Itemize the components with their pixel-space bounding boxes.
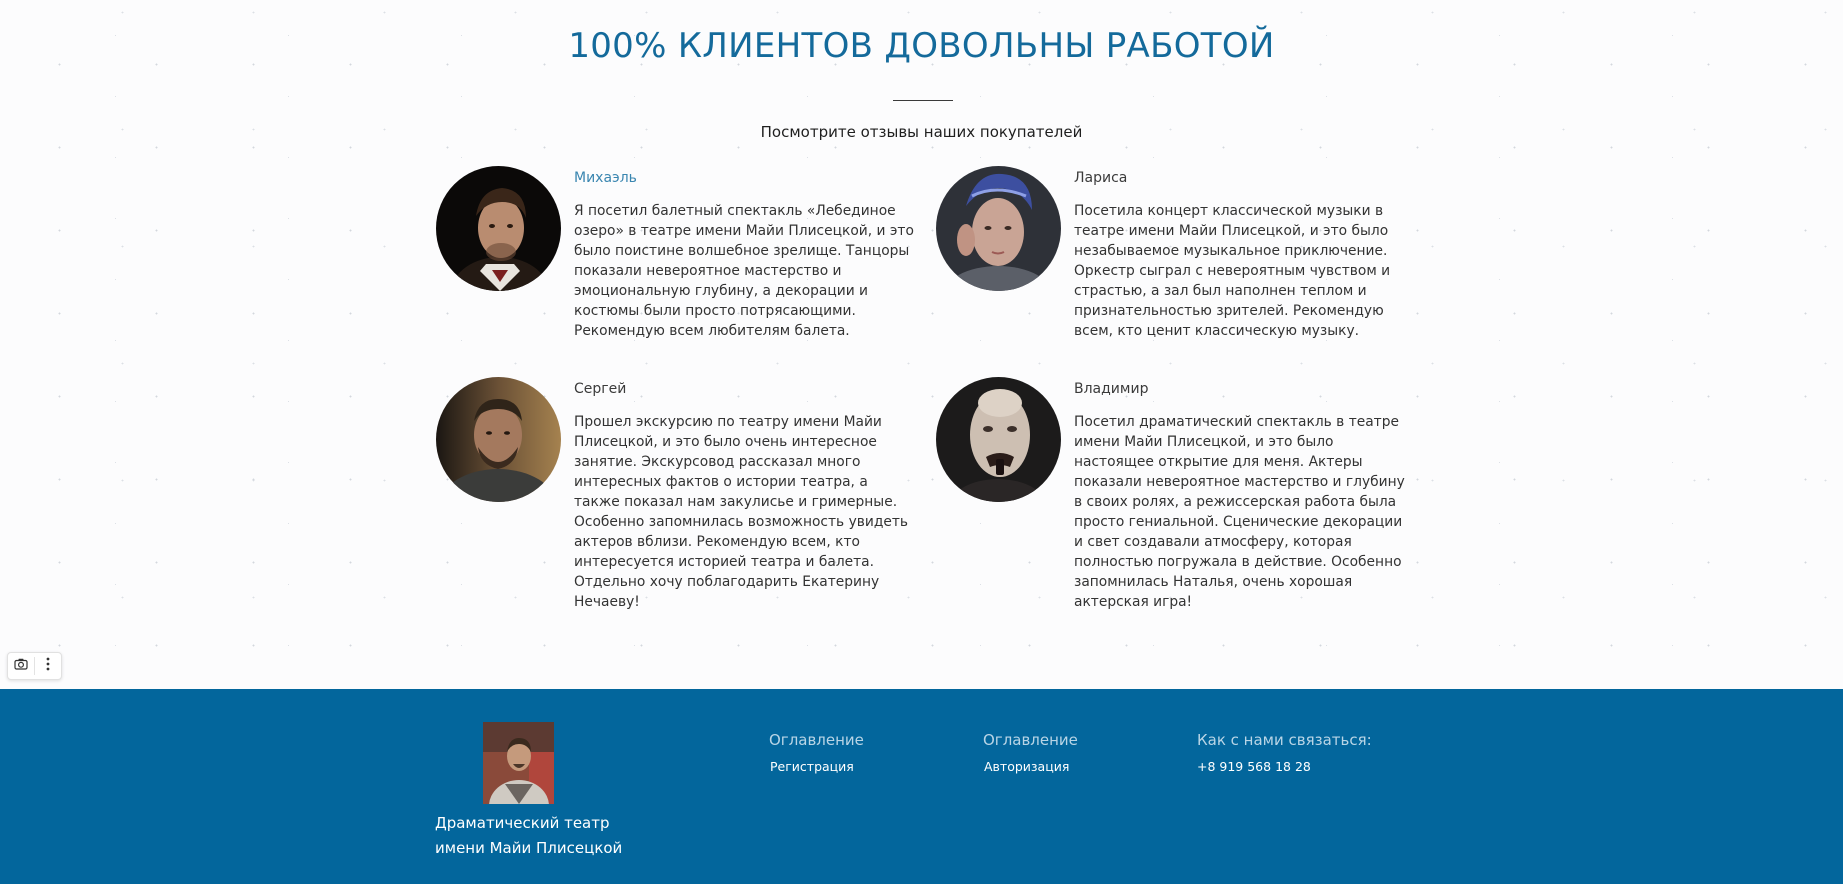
review-text: Прошел экскурсию по театру имени Майи Пл…	[574, 414, 909, 610]
footer: Драматический театр имени Майи Плисецкой…	[0, 689, 1843, 884]
login-link[interactable]: Авторизация	[984, 759, 1078, 774]
review-text: Посетила концерт классической музыки в т…	[1074, 203, 1391, 339]
camera-icon	[14, 657, 28, 675]
avatar	[936, 377, 1061, 502]
review-text: Посетил драматический спектакль в театре…	[1074, 414, 1405, 610]
reviewer-name: Михаэль	[574, 170, 637, 186]
footer-logo[interactable]	[483, 722, 554, 804]
background-texture	[0, 0, 1843, 689]
avatar	[436, 166, 561, 291]
contact-column: Как с нами связаться: +8 919 568 18 28	[1197, 731, 1372, 774]
reviewer-name: Лариса	[1074, 170, 1128, 186]
footer-column-title: Оглавление	[769, 731, 864, 749]
phone-link[interactable]: +8 919 568 18 28	[1197, 759, 1372, 774]
more-options-button[interactable]	[35, 653, 61, 679]
more-vertical-icon	[46, 657, 50, 676]
review-text: Я посетил балетный спектакль «Лебединое …	[574, 203, 914, 339]
title-divider	[893, 100, 953, 101]
avatar	[436, 377, 561, 502]
screenshot-button[interactable]	[8, 653, 34, 679]
avatar	[936, 166, 1061, 291]
footer-column: Оглавление Авторизация	[983, 731, 1078, 774]
contact-title: Как с нами связаться:	[1197, 731, 1372, 749]
footer-column: Оглавление Регистрация	[769, 731, 864, 774]
reviewer-name: Владимир	[1074, 381, 1149, 397]
registration-link[interactable]: Регистрация	[770, 759, 864, 774]
reviewer-name: Сергей	[574, 381, 627, 397]
footer-column-title: Оглавление	[983, 731, 1078, 749]
section-title: 100% КЛИЕНТОВ ДОВОЛЬНЫ РАБОТОЙ	[568, 26, 1275, 66]
footer-brand: Драматический театр имени Майи Плисецкой	[435, 814, 623, 857]
floating-toolbar	[7, 652, 62, 680]
section-subtitle: Посмотрите отзывы наших покупателей	[760, 123, 1083, 141]
